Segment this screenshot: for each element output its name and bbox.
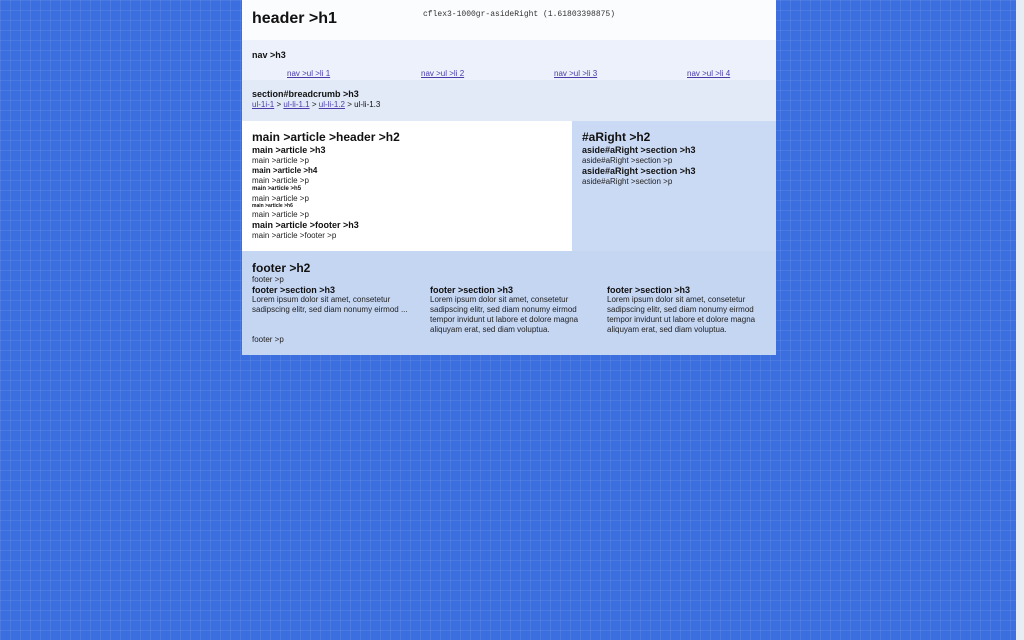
breadcrumb-link-1[interactable]: ul-1i-1 bbox=[252, 100, 274, 109]
page-footer: footer >h2 footer >p footer >section >h3… bbox=[242, 251, 776, 355]
aside-section-paragraph: aside#aRight >section >p bbox=[582, 177, 673, 186]
article-h3: main >article >h3 bbox=[252, 145, 326, 155]
breadcrumb: ul-1i-1 > ul-li-1.1 > ul-li-1.2 > ul-li-… bbox=[252, 100, 380, 109]
breadcrumb-link-2[interactable]: ul-li-1.1 bbox=[283, 100, 309, 109]
footer-section-text: Lorem ipsum dolor sit amet, consetetur s… bbox=[607, 295, 756, 334]
breadcrumb-separator: > bbox=[311, 100, 317, 109]
article-h4: main >article >h4 bbox=[252, 166, 318, 175]
nav-title: nav >h3 bbox=[252, 50, 286, 60]
nav-item-3[interactable]: nav >ul >li 3 bbox=[554, 69, 597, 78]
footer-section-title: footer >section >h3 bbox=[607, 285, 691, 295]
article-paragraph: main >article >p bbox=[252, 210, 309, 219]
footer-section-text: Lorem ipsum dolor sit amet, consetetur s… bbox=[430, 295, 579, 334]
aside-section-paragraph: aside#aRight >section >p bbox=[582, 156, 673, 165]
footer-section-title: footer >section >h3 bbox=[252, 285, 336, 295]
nav-item-1[interactable]: nav >ul >li 1 bbox=[287, 69, 330, 78]
footer-paragraph: footer >p bbox=[252, 335, 284, 344]
page-container: header >h1 cflex3-1000gr-asideRight (1.6… bbox=[242, 0, 776, 355]
article-h5: main >article >h5 bbox=[252, 186, 302, 192]
nav-item-2[interactable]: nav >ul >li 2 bbox=[421, 69, 464, 78]
footer-title: footer >h2 bbox=[252, 261, 311, 275]
breadcrumb-title: section#breadcrumb >h3 bbox=[252, 89, 359, 99]
breadcrumb-separator: > bbox=[276, 100, 282, 109]
article-footer-paragraph: main >article >footer >p bbox=[252, 231, 337, 240]
breadcrumb-link-3[interactable]: ul-li-1.2 bbox=[319, 100, 345, 109]
article-paragraph: main >article >p bbox=[252, 194, 309, 203]
aside-right: #aRight >h2 aside#aRight >section >h3 as… bbox=[572, 121, 776, 251]
main-nav: nav >h3 nav >ul >li 1 nav >ul >li 2 nav … bbox=[242, 40, 776, 80]
aside-section-title: aside#aRight >section >h3 bbox=[582, 166, 696, 176]
article-paragraph: main >article >p bbox=[252, 176, 309, 185]
article-h6: main >article >h6 bbox=[252, 203, 293, 209]
header-title: header >h1 bbox=[252, 10, 337, 27]
breadcrumb-section: section#breadcrumb >h3 ul-1i-1 > ul-li-1… bbox=[242, 80, 776, 121]
article-paragraph: main >article >p bbox=[252, 156, 309, 165]
breadcrumb-current: ul-li-1.3 bbox=[354, 100, 381, 109]
footer-section-text: Lorem ipsum dolor sit amet, consetetur s… bbox=[252, 295, 408, 314]
footer-section-title: footer >section >h3 bbox=[430, 285, 514, 295]
main-article: main >article >header >h2 main >article … bbox=[242, 121, 572, 251]
article-header-title: main >article >header >h2 bbox=[252, 130, 400, 144]
vertical-scrollbar[interactable] bbox=[1016, 0, 1024, 640]
aside-section-title: aside#aRight >section >h3 bbox=[582, 145, 696, 155]
footer-paragraph: footer >p bbox=[252, 275, 284, 284]
aside-title: #aRight >h2 bbox=[582, 130, 651, 144]
layout-info: cflex3-1000gr-asideRight (1.61803398875) bbox=[423, 10, 616, 19]
article-footer-title: main >article >footer >h3 bbox=[252, 220, 359, 230]
nav-item-4[interactable]: nav >ul >li 4 bbox=[687, 69, 730, 78]
page-header: header >h1 cflex3-1000gr-asideRight (1.6… bbox=[242, 0, 776, 40]
breadcrumb-separator: > bbox=[347, 100, 352, 109]
